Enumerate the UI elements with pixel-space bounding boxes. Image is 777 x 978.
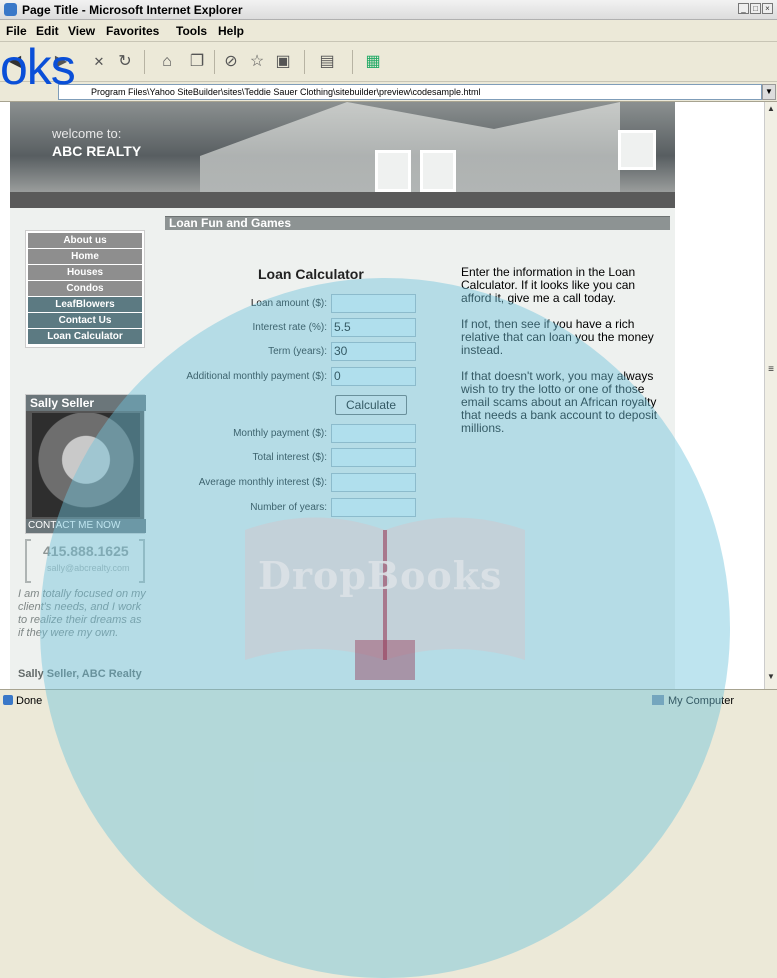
favorites-icon[interactable]: ☆ [246,51,268,73]
menu-bar: File Edit View Favorites Tools Help [0,20,777,42]
nav-home[interactable]: Home [28,249,142,264]
brand-name: ABC REALTY [52,143,142,159]
scroll-thumb-grip-icon[interactable]: ≡ [765,364,777,377]
toolbar-separator [304,50,305,74]
menu-edit[interactable]: Edit [36,24,59,38]
media-icon[interactable]: ▣ [272,51,294,73]
maximize-button[interactable]: □ [750,3,761,14]
nav-loan-calculator[interactable]: Loan Calculator [28,329,142,344]
network-icon[interactable]: ▦ [362,51,384,73]
house-window [618,130,656,170]
side-navigation: About us Home Houses Condos LeafBlowers … [25,230,145,348]
watermark-text: DropBooks [258,553,503,598]
address-field[interactable]: Program Files\Yahoo SiteBuilder\sites\Te… [58,84,762,100]
scroll-down-icon[interactable]: ▼ [765,672,777,685]
home-icon[interactable]: ⌂ [156,51,178,73]
welcome-text: welcome to: [52,126,122,141]
clipboard-icon[interactable]: ▤ [316,51,338,73]
menu-file[interactable]: File [6,24,27,38]
history-icon[interactable]: ⊘ [220,51,242,73]
house-window [375,150,411,192]
vertical-scrollbar[interactable]: ▲ ≡ ▼ [764,102,777,689]
left-bracket [25,539,31,583]
nav-houses[interactable]: Houses [28,265,142,280]
nav-leafblowers[interactable]: LeafBlowers [28,297,142,312]
nav-condos[interactable]: Condos [28,281,142,296]
banner-divider [10,192,675,208]
address-dropdown-icon[interactable]: ▼ [762,84,776,100]
menu-help[interactable]: Help [218,24,244,38]
toolbar: ◀ ▶ ✕ ↻ ⌂ ❐ ⊘ ☆ ▣ ▤ ▦ [0,42,777,82]
minimize-button[interactable]: _ [738,3,749,14]
overlay-logo: oks [0,39,76,95]
toolbar-separator [214,50,215,74]
ie-logo-icon [4,3,17,16]
header-banner: welcome to: ABC REALTY [10,102,675,192]
stop-icon[interactable]: ✕ [88,51,110,73]
nav-about-us[interactable]: About us [28,233,142,248]
title-bar: Page Title - Microsoft Internet Explorer… [0,0,777,20]
menu-tools[interactable]: Tools [176,24,207,38]
address-bar: Program Files\Yahoo SiteBuilder\sites\Te… [0,82,777,102]
window-controls: _ □ × [738,3,773,14]
house-window [420,150,456,192]
status-text: Done [16,695,43,707]
menu-view[interactable]: View [68,24,95,38]
menu-favorites[interactable]: Favorites [106,24,159,38]
toolbar-separator [352,50,353,74]
page-status-icon [3,695,13,705]
toolbar-separator [144,50,145,74]
window-title: Page Title - Microsoft Internet Explorer [22,3,243,17]
close-button[interactable]: × [762,3,773,14]
nav-contact-us[interactable]: Contact Us [28,313,142,328]
refresh-icon[interactable]: ↻ [114,51,136,73]
copy-icon[interactable]: ❐ [186,51,208,73]
scroll-up-icon[interactable]: ▲ [765,104,777,117]
section-header: Loan Fun and Games [165,216,670,230]
